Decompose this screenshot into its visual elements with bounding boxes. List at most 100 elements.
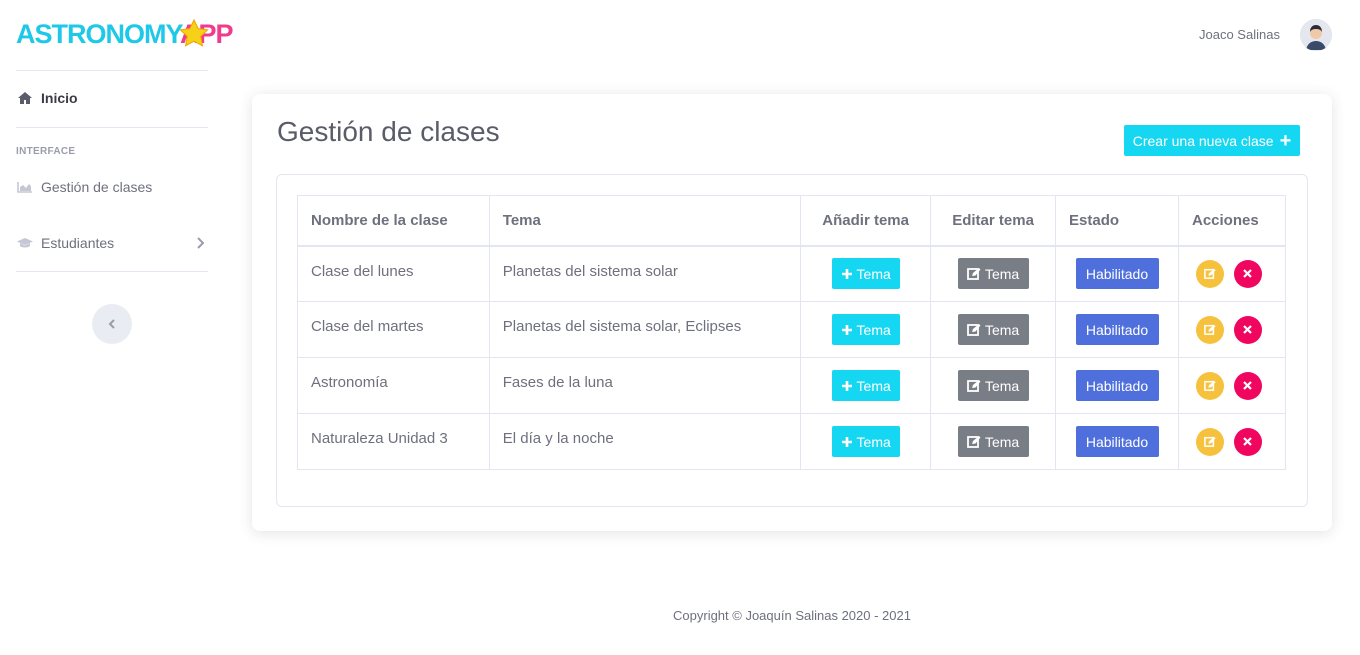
chart-area-icon xyxy=(16,180,34,194)
edit-icon xyxy=(967,380,981,392)
sidebar-item-estudiantes[interactable]: Estudiantes xyxy=(16,235,208,251)
edit-topic-cell: Tema xyxy=(930,301,1057,358)
column-header[interactable]: Tema xyxy=(488,195,802,247)
page-title: Gestión de clases xyxy=(277,116,500,147)
edit-icon xyxy=(1204,380,1216,391)
class-name-cell: Naturaleza Unidad 3 xyxy=(297,413,490,470)
status-button[interactable]: Habilitado xyxy=(1075,314,1159,345)
sidebar-item-gestion-de-clases[interactable]: Gestión de clases xyxy=(16,179,208,195)
edit-topic-button[interactable]: Tema xyxy=(957,314,1029,345)
status-cell: Habilitado xyxy=(1055,413,1179,470)
edit-topic-cell: Tema xyxy=(930,245,1057,302)
table-row: Astronomía Fases de la luna Tema Tema Ha… xyxy=(297,357,1287,414)
create-class-button[interactable]: Crear una nueva clase + xyxy=(1124,125,1300,156)
add-topic-label: Tema xyxy=(856,433,891,450)
plus-icon xyxy=(841,324,852,335)
class-name-cell: Clase del lunes xyxy=(297,245,490,302)
edit-icon xyxy=(1204,436,1216,447)
status-button[interactable]: Habilitado xyxy=(1075,258,1159,290)
topic-cell: Planetas del sistema solar, Eclipses xyxy=(488,301,802,358)
column-header[interactable]: Estado xyxy=(1055,195,1179,247)
delete-class-button[interactable] xyxy=(1233,427,1262,456)
user-name[interactable]: Joaco Salinas xyxy=(1199,27,1280,42)
classes-table: Nombre de la clase Tema Añadir tema Edit… xyxy=(297,195,1287,470)
add-topic-label: Tema xyxy=(856,377,891,394)
sidebar: ASTRONOMYAPP Inicio INTERFACE Gestión de… xyxy=(0,0,234,655)
table-row: Naturaleza Unidad 3 El día y la noche Te… xyxy=(297,413,1287,470)
class-name-cell: Clase del martes xyxy=(297,301,490,358)
add-topic-button[interactable]: Tema xyxy=(831,258,900,290)
status-cell: Habilitado xyxy=(1055,245,1179,302)
actions-cell xyxy=(1177,357,1287,414)
home-icon xyxy=(16,91,34,105)
edit-class-button[interactable] xyxy=(1195,427,1224,456)
edit-class-button[interactable] xyxy=(1195,315,1224,344)
edit-topic-button[interactable]: Tema xyxy=(957,370,1029,401)
edit-class-button[interactable] xyxy=(1195,371,1224,400)
plus-icon xyxy=(841,380,852,391)
delete-class-button[interactable] xyxy=(1233,259,1262,288)
topic-cell: Fases de la luna xyxy=(488,357,802,414)
table-row: Clase del lunes Planetas del sistema sol… xyxy=(297,245,1287,302)
add-topic-label: Tema xyxy=(856,265,891,282)
chevron-left-icon xyxy=(108,319,115,329)
main-card: Gestión de clases Crear una nueva clase … xyxy=(252,94,1332,531)
column-header[interactable]: Editar tema xyxy=(930,195,1057,247)
edit-topic-button[interactable]: Tema xyxy=(957,258,1029,290)
edit-topic-cell: Tema xyxy=(930,413,1057,470)
add-topic-button[interactable]: Tema xyxy=(831,314,900,345)
topic-cell: El día y la noche xyxy=(488,413,802,470)
column-header[interactable]: Nombre de la clase xyxy=(297,195,490,247)
close-icon xyxy=(1243,381,1253,390)
add-topic-button[interactable]: Tema xyxy=(831,426,900,457)
edit-class-button[interactable] xyxy=(1195,259,1224,288)
edit-topic-label: Tema xyxy=(984,321,1020,338)
column-header[interactable]: Añadir tema xyxy=(800,195,932,247)
edit-topic-label: Tema xyxy=(984,433,1020,450)
edit-topic-label: Tema xyxy=(984,265,1020,282)
close-icon xyxy=(1243,269,1253,279)
actions-cell xyxy=(1177,245,1287,302)
user-avatar-icon xyxy=(1300,19,1332,51)
table-row: Clase del martes Planetas del sistema so… xyxy=(297,301,1287,358)
edit-icon xyxy=(967,324,981,336)
status-cell: Habilitado xyxy=(1055,301,1179,358)
column-header[interactable]: Acciones xyxy=(1177,195,1287,247)
edit-topic-label: Tema xyxy=(984,377,1020,394)
avatar[interactable] xyxy=(1300,19,1332,51)
add-topic-cell: Tema xyxy=(800,413,932,470)
actions-cell xyxy=(1177,301,1287,358)
class-name-cell: Astronomía xyxy=(297,357,490,414)
close-icon xyxy=(1243,437,1253,446)
sidebar-item-label: Estudiantes xyxy=(41,235,115,251)
add-topic-cell: Tema xyxy=(800,245,932,302)
plus-icon: + xyxy=(1279,129,1292,152)
sidebar-divider xyxy=(16,271,208,272)
status-button[interactable]: Habilitado xyxy=(1075,426,1159,457)
edit-icon xyxy=(1204,269,1216,280)
plus-icon xyxy=(841,436,852,447)
status-cell: Habilitado xyxy=(1055,357,1179,414)
chevron-right-icon xyxy=(196,236,205,252)
delete-class-button[interactable] xyxy=(1233,315,1262,344)
topic-cell: Planetas del sistema solar xyxy=(488,245,802,302)
brand-logo[interactable]: ASTRONOMYAPP xyxy=(16,16,234,52)
actions-cell xyxy=(1177,413,1287,470)
plus-icon xyxy=(841,268,852,279)
edit-icon xyxy=(967,436,981,448)
sidebar-divider xyxy=(16,127,208,128)
edit-topic-button[interactable]: Tema xyxy=(957,426,1029,457)
sidebar-item-inicio[interactable]: Inicio xyxy=(16,90,208,106)
sidebar-item-label: Gestión de clases xyxy=(41,179,153,195)
add-topic-button[interactable]: Tema xyxy=(831,370,900,401)
add-topic-label: Tema xyxy=(856,321,891,338)
sidebar-toggle-button[interactable] xyxy=(92,304,132,344)
delete-class-button[interactable] xyxy=(1233,371,1262,400)
edit-topic-cell: Tema xyxy=(930,357,1057,414)
footer-copyright: Copyright © Joaquín Salinas 2020 - 2021 xyxy=(673,608,911,623)
close-icon xyxy=(1243,325,1253,334)
table-header-row: Nombre de la clase Tema Añadir tema Edit… xyxy=(297,195,1287,247)
status-button[interactable]: Habilitado xyxy=(1075,370,1159,401)
sidebar-item-label: Inicio xyxy=(41,90,78,106)
create-class-label: Crear una nueva clase xyxy=(1132,132,1274,149)
